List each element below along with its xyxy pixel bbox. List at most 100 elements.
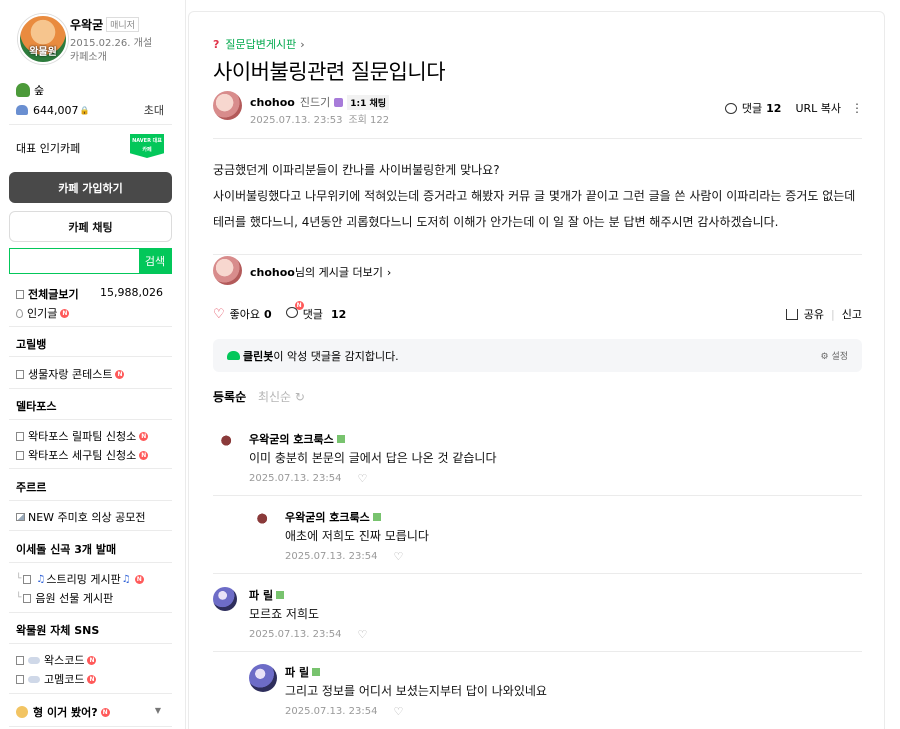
menu-item[interactable]: 왁타포스 세구팀 신청소 N <box>16 447 149 463</box>
member-grade-icon <box>372 513 381 521</box>
report-button[interactable]: 신고 <box>842 306 862 322</box>
invite-button[interactable]: 초대 <box>144 102 164 118</box>
sort-latest[interactable]: 최신순 <box>258 390 291 404</box>
post-body-line: 사이버불링했다고 나무위키에 적혀있는데 증거라고 해봤자 커뮤 글 몇개가 끝… <box>213 189 856 203</box>
url-copy-button[interactable]: URL 복사 <box>795 100 841 116</box>
commenter-avatar[interactable] <box>213 587 237 611</box>
like-label[interactable]: 좋아요 <box>230 306 260 322</box>
author-avatar[interactable] <box>213 91 242 120</box>
new-badge: N <box>294 301 304 310</box>
comment-link[interactable]: 댓글 <box>742 100 762 116</box>
reaction-row: ♡ 좋아요 0 N 댓글 12 <box>213 301 346 322</box>
commenter-nickname[interactable]: 우왁굳의 호크룩스 <box>285 509 381 525</box>
menu-all-posts[interactable]: 전체글보기 <box>16 286 79 302</box>
menu-label: 고멤코드 <box>44 673 85 686</box>
new-badge: N <box>100 707 110 717</box>
comment-text: 애초에 저희도 진짜 모릅니다 <box>285 529 429 543</box>
post-body-line: 테러를 했다느니, 4년동안 괴롭혔다느니 도저히 이해가 안가는데 이 일 잘… <box>213 215 779 229</box>
menu-item[interactable]: 생물자랑 콘테스트 N <box>16 366 125 382</box>
document-icon <box>16 450 24 460</box>
author-nickname[interactable]: chohoo <box>250 96 295 109</box>
sort-registered[interactable]: 등록순 <box>213 390 246 404</box>
cafe-intro-link[interactable]: 카페소개 <box>70 48 107 63</box>
cafe-name: 우왁굳 매니저 <box>70 16 139 33</box>
comment-like-heart-icon[interactable]: ♡ <box>357 472 367 485</box>
grade-icon <box>334 97 344 107</box>
document-icon <box>23 593 32 603</box>
commenter-nickname[interactable]: 우왁굳의 호크룩스 <box>249 431 345 447</box>
divider <box>9 562 172 563</box>
comment-toggle[interactable]: N <box>285 301 304 321</box>
menu-popular[interactable]: 인기글 N <box>16 305 70 321</box>
like-count: 0 <box>264 307 272 321</box>
menu-group-title: 델타포스 <box>16 400 57 413</box>
board-link[interactable]: ? 질문답변게시판 › <box>213 36 305 52</box>
naver-representative-badge: NAVER 대표카페 <box>130 134 164 158</box>
new-badge: N <box>87 674 97 684</box>
author-more-posts-link[interactable]: chohoo님의 게시글 더보기 › <box>250 264 391 280</box>
divider <box>9 124 172 125</box>
share-button[interactable]: 공유 <box>804 306 824 322</box>
divider: | <box>831 307 835 321</box>
document-icon <box>16 655 24 665</box>
comment-text: 모르죠 저희도 <box>249 607 320 621</box>
cleanbot-settings-button[interactable]: ⚙ 설정 <box>821 349 849 362</box>
comment-count: 12 <box>766 101 782 115</box>
menu-item[interactable]: 왁스코드 N <box>16 652 97 668</box>
board-name: 질문답변게시판 <box>225 38 297 51</box>
menu-label: 왁타포스 릴파팀 신청소 <box>28 430 137 443</box>
one-on-one-chat-button[interactable]: 1:1 채팅 <box>347 94 390 110</box>
article-container: ? 질문답변게시판 › 사이버불링관련 질문입니다 chohoo 진드기 1:1 채… <box>188 11 885 729</box>
comment-label[interactable]: 댓글 <box>303 306 323 322</box>
menu-label: 인기글 <box>27 307 58 320</box>
menu-item[interactable]: 왁타포스 릴파팀 신청소 N <box>16 428 149 444</box>
commenter-avatar[interactable] <box>213 431 237 455</box>
post-title: 사이버불링관련 질문입니다 <box>213 60 446 84</box>
divider <box>9 388 172 389</box>
member-count[interactable]: 644,007 <box>33 104 79 117</box>
commenter-avatar[interactable] <box>249 664 277 692</box>
comment-like-heart-icon[interactable]: ♡ <box>357 628 367 641</box>
music-note-icon: ♫ <box>36 573 46 585</box>
author-avatar[interactable] <box>213 256 242 285</box>
document-icon <box>16 431 24 441</box>
cafe-chat-button[interactable]: 카페 채팅 <box>9 211 172 242</box>
new-badge: N <box>87 655 97 665</box>
cleanbot-text: 이 악성 댓글을 감지합니다. <box>273 349 399 363</box>
comment-like-heart-icon[interactable]: ♡ <box>393 550 403 563</box>
more-options-icon[interactable]: ⋮ <box>851 101 863 115</box>
search-button[interactable]: 검색 <box>139 249 171 273</box>
divider <box>213 138 862 139</box>
comment-like-heart-icon[interactable]: ♡ <box>393 705 403 718</box>
search-input[interactable] <box>10 249 139 273</box>
cafe-logo[interactable]: 왁물원 <box>18 14 68 64</box>
menu-label: NEW 주미호 의상 공모전 <box>28 511 146 524</box>
commenter-nickname[interactable]: 파 릴 <box>249 587 285 603</box>
divider <box>9 356 172 357</box>
document-icon <box>16 289 24 299</box>
divider <box>9 726 172 727</box>
tree-line-icon: └ <box>16 593 22 603</box>
heart-icon[interactable]: ♡ <box>213 307 225 322</box>
post-meta: 2025.07.13. 23:53 조회 122 <box>250 111 389 126</box>
menu-group-collapsible[interactable]: 형 이거 봤어? N <box>16 704 110 720</box>
commenter-nickname[interactable]: 파 릴 <box>285 664 321 680</box>
comment-date: 2025.07.13. 23:54 <box>249 473 342 484</box>
cafe-created-date: 2015.02.26. 개설 <box>70 38 153 49</box>
menu-item[interactable]: └ 음원 선물 게시판 <box>16 590 113 606</box>
menu-item[interactable]: NEW 주미호 의상 공모전 <box>16 509 146 525</box>
chevron-down-icon[interactable]: ▼ <box>155 706 161 715</box>
menu-item[interactable]: 고멤코드 N <box>16 671 97 687</box>
menu-item[interactable]: └ ♫ 스트리밍 게시판 ♫ N <box>16 571 144 587</box>
new-badge: N <box>134 574 144 584</box>
divider <box>9 500 172 501</box>
popular-icon <box>16 308 23 318</box>
settings-label: 설정 <box>831 352 848 362</box>
comment-meta: 2025.07.13. 23:54 ♡ <box>285 705 403 718</box>
commenter-avatar[interactable] <box>249 509 273 533</box>
cleanbot-icon <box>227 351 240 360</box>
refresh-icon[interactable]: ↻ <box>295 390 305 404</box>
join-cafe-button[interactable]: 카페 가입하기 <box>9 172 172 203</box>
manager-badge: 매니저 <box>106 17 139 32</box>
menu-label: 왁타포스 세구팀 신청소 <box>28 449 137 462</box>
